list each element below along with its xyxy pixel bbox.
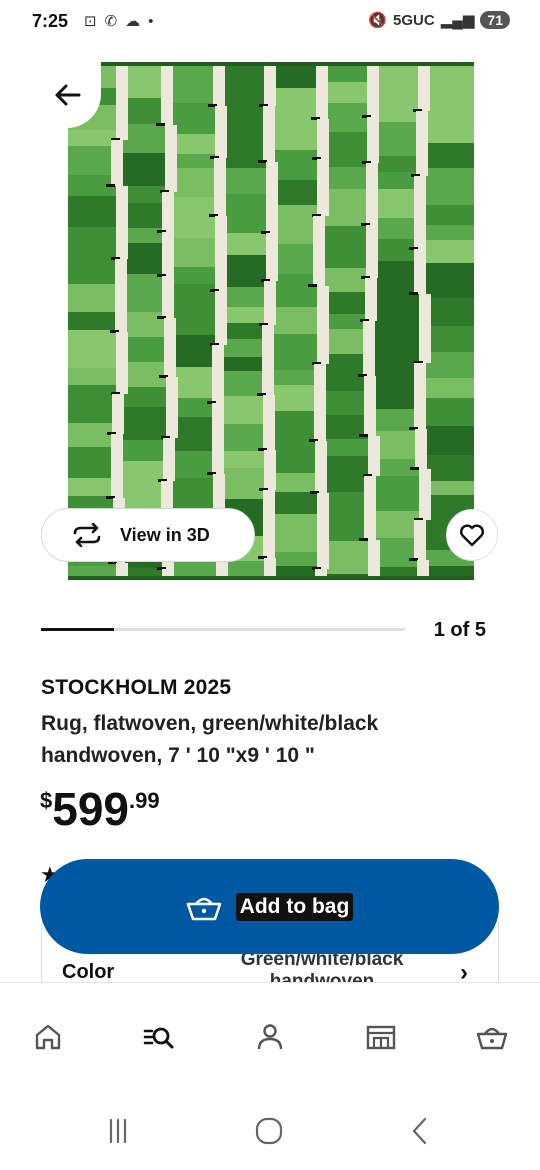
bottom-navigation <box>0 982 540 1090</box>
status-notification-icons: ⊡ ✆ ☁ • <box>84 12 154 31</box>
heart-icon <box>460 524 484 547</box>
home-icon <box>35 1024 61 1050</box>
cloud-icon: ☁ <box>125 13 141 30</box>
bag-icon <box>476 1027 508 1050</box>
status-time: 7:25 <box>32 11 69 31</box>
back-icon <box>412 1117 427 1145</box>
network-label: 5GUC <box>393 11 435 29</box>
view-in-3d-label: View in 3D <box>120 524 210 545</box>
arrow-left-icon <box>55 84 81 106</box>
shopping-bag-icon <box>186 897 221 920</box>
nav-search[interactable] <box>139 1017 179 1057</box>
screenshot-icon: ⊡ <box>84 13 97 30</box>
price-integer: 599 <box>52 783 129 835</box>
price-currency: $ <box>40 788 53 813</box>
search-icon <box>143 1027 174 1049</box>
nav-home[interactable] <box>28 1017 68 1057</box>
image-progress-bar <box>41 628 405 631</box>
rug-image <box>68 62 474 580</box>
price-decimal: .99 <box>129 788 160 813</box>
system-navigation <box>0 1090 540 1170</box>
recents-icon <box>109 1118 127 1144</box>
mute-icon: 🔇 <box>368 12 388 29</box>
product-image[interactable] <box>68 62 474 580</box>
status-right: 🔇 5GUC ▂▄▆ 71 <box>368 11 510 29</box>
battery-badge: 71 <box>480 11 510 29</box>
nav-bag[interactable] <box>472 1017 512 1057</box>
missed-call-icon: ✆ <box>104 13 118 30</box>
system-recents-button[interactable] <box>98 1114 138 1148</box>
add-to-bag-button[interactable]: Add to bag <box>40 859 499 954</box>
home-circle-icon <box>255 1117 283 1145</box>
view-in-3d-button[interactable]: View in 3D <box>41 508 255 562</box>
store-icon <box>366 1025 396 1050</box>
system-home-button[interactable] <box>249 1114 289 1148</box>
product-price: $599.99 <box>40 784 160 834</box>
image-pager-text: 1 of 5 <box>433 619 486 641</box>
nav-stores[interactable] <box>361 1017 401 1057</box>
status-bar: 7:25 ⊡ ✆ ☁ • 🔇 5GUC ▂▄▆ 71 <box>0 0 540 44</box>
nav-profile[interactable] <box>250 1017 290 1057</box>
favorite-button[interactable] <box>446 509 498 561</box>
color-label: Color <box>62 961 115 983</box>
profile-icon <box>257 1024 283 1050</box>
product-name: STOCKHOLM 2025 <box>41 676 232 699</box>
product-description: Rug, flatwoven, green/white/black handwo… <box>41 712 379 767</box>
system-back-button[interactable] <box>400 1114 440 1148</box>
rotate-3d-icon <box>73 523 101 547</box>
signal-icon: ▂▄▆ <box>440 12 475 29</box>
image-progress-fill <box>41 628 114 631</box>
dot-icon: • <box>148 12 154 30</box>
add-to-bag-label: Add to bag <box>235 892 354 921</box>
